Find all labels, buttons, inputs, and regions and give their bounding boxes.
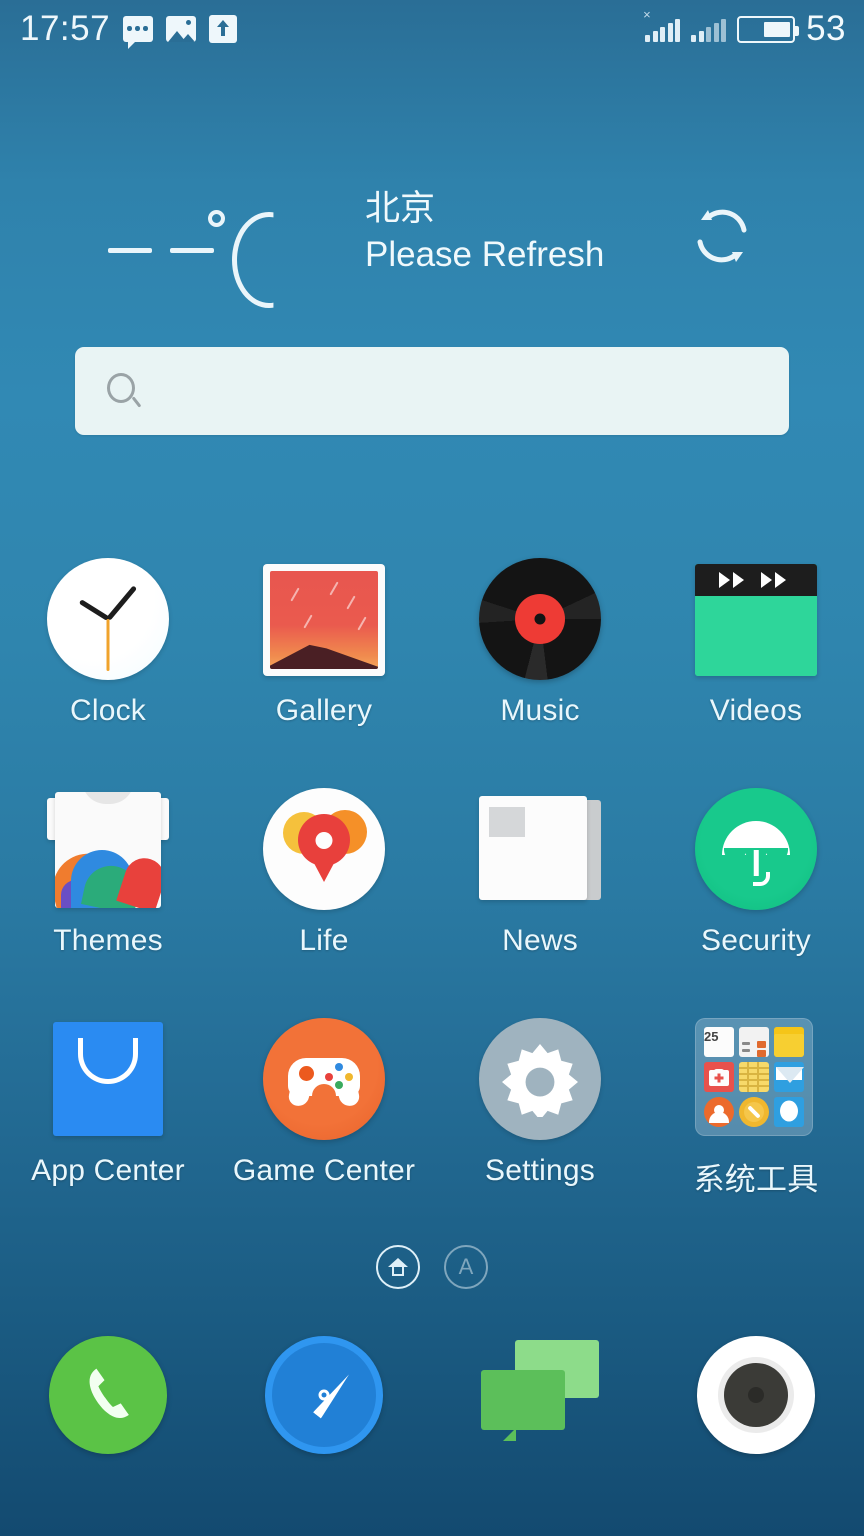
system-tools-folder-icon: 25 [695,1018,813,1136]
app-row: App Center Game Center Settings 25 系统工具 [0,1018,864,1248]
upload-arrow-icon [209,15,238,43]
celsius-letter-icon [232,212,274,308]
app-label: Clock [69,694,146,727]
signal-bars-no-service-icon: × [643,8,681,42]
app-security[interactable]: Security [648,788,864,1018]
news-icon [479,796,601,904]
status-bar-clock: 17:57 [20,9,111,48]
page-dot-home[interactable] [376,1245,420,1289]
dock-item-phone[interactable] [0,1332,216,1492]
security-icon [695,788,817,910]
app-videos[interactable]: Videos [648,558,864,788]
refresh-icon[interactable] [688,202,756,270]
status-bar: 17:57 × 53 [0,0,864,58]
weather-status-label: Please Refresh [365,235,605,274]
camera-icon [697,1336,815,1454]
app-label: Security [701,924,811,957]
app-label: Gallery [275,694,373,727]
calendar-icon: 25 [704,1027,734,1057]
photo-icon [166,16,197,42]
phone-icon [49,1336,167,1454]
calendar-day: 25 [704,1029,719,1044]
app-themes[interactable]: Themes [0,788,216,1018]
folder-system-tools[interactable]: 25 系统工具 [648,1018,864,1248]
battery-icon [737,15,800,43]
search-bar[interactable] [75,347,789,435]
dock-item-browser[interactable] [216,1332,432,1492]
weather-temperature [100,196,300,308]
app-label: Music [500,694,580,727]
app-row: Clock Gallery Music Videos [0,558,864,788]
app-grid: Clock Gallery Music Videos Themes Life N… [0,558,864,1248]
app-settings[interactable]: Settings [432,1018,648,1248]
app-label: Themes [53,924,163,957]
page-dot-label: A [458,1254,474,1279]
page-dot-apps[interactable]: A [444,1245,488,1289]
app-row: Themes Life News Security [0,788,864,1018]
app-game-center[interactable]: Game Center [216,1018,432,1248]
page-indicator: A [0,1245,864,1289]
battery-percent-label: 53 [806,9,846,48]
app-label: Videos [709,694,803,727]
contacts-icon [704,1097,734,1127]
browser-compass-icon [265,1336,383,1454]
life-icon [263,788,385,910]
app-life[interactable]: Life [216,788,432,1018]
gallery-icon [263,564,385,676]
app-label: Life [299,924,349,957]
email-icon [774,1062,804,1092]
messages-icon [481,1340,599,1452]
search-icon [107,373,143,409]
home-icon [388,1258,408,1276]
themes-icon [47,792,169,908]
compass-icon [739,1097,769,1127]
app-label: App Center [31,1154,185,1187]
clock-icon [47,558,169,680]
music-icon [479,558,601,680]
toolbox-icon [704,1062,734,1092]
dock [0,1332,864,1492]
app-gallery[interactable]: Gallery [216,558,432,788]
search-input[interactable] [143,375,789,407]
dock-item-messages[interactable] [432,1332,648,1492]
app-label: Game Center [232,1154,416,1187]
status-bar-right: × 53 [643,8,846,49]
app-center-icon [53,1022,163,1136]
app-label: 系统工具 [693,1162,819,1197]
app-label: News [502,924,578,957]
weather-widget[interactable]: 北京 Please Refresh [0,186,864,308]
dock-item-camera[interactable] [648,1332,864,1492]
degree-symbol-icon [208,210,225,227]
app-label: Settings [485,1154,595,1187]
app-music[interactable]: Music [432,558,648,788]
app-app-center[interactable]: App Center [0,1018,216,1248]
status-bar-left: 17:57 [20,9,238,49]
weather-icon [774,1097,804,1127]
settings-icon [479,1018,601,1140]
message-bubble-icon [123,16,154,49]
weather-city-label: 北京 [365,189,436,228]
app-news[interactable]: News [432,788,648,1018]
calculator-icon [739,1027,769,1057]
signal-bars-icon [691,16,727,42]
videos-icon [695,564,817,676]
game-center-icon [263,1018,385,1140]
file-manager-icon [774,1027,804,1057]
app-clock[interactable]: Clock [0,558,216,788]
notes-icon [739,1062,769,1092]
